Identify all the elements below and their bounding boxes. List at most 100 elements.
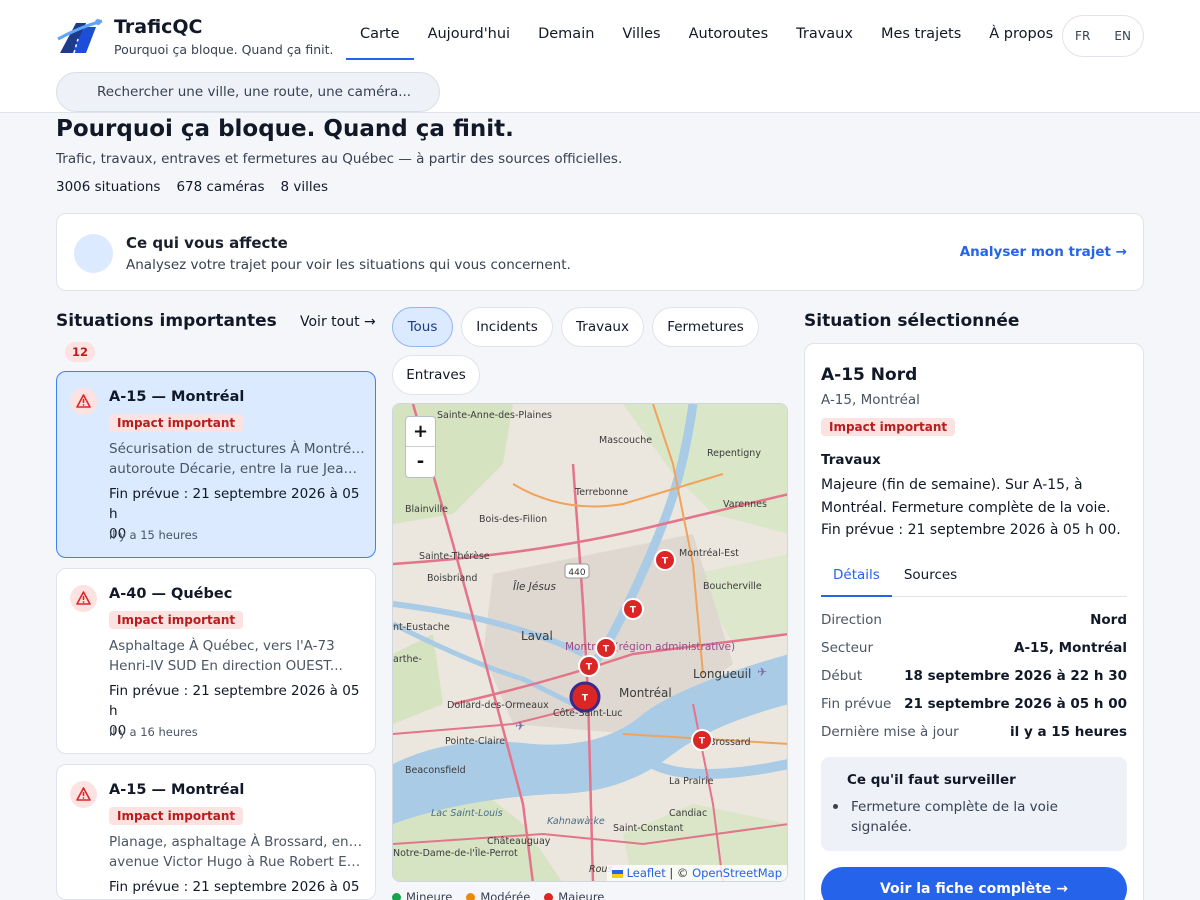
detail-row: Secteur A-15, Montréal <box>821 634 1127 662</box>
affect-avatar <box>74 234 113 273</box>
traffic-map[interactable]: Sainte-Anne-des-Plaines Mascouche Repent… <box>392 403 788 882</box>
filter-entraves[interactable]: Entraves <box>392 355 480 395</box>
affect-title: Ce qui vous affecte <box>126 234 288 252</box>
lang-fr[interactable]: FR <box>1071 25 1094 47</box>
watch-item: Fermeture complète de la voie signalée. <box>851 799 1058 835</box>
description-line: autoroute Décarie, entre la rue Jean-... <box>109 461 365 477</box>
stat-cameras: 678 caméras <box>176 179 265 195</box>
nav-mes-trajets[interactable]: Mes trajets <box>867 14 975 60</box>
situation-end: Fin prévue : 21 septembre 2026 à 05 h <box>109 877 369 899</box>
view-full-sheet-button[interactable]: Voir la fiche complète → <box>821 867 1127 900</box>
tab-sources[interactable]: Sources <box>892 560 969 597</box>
row-key: Dernière mise à jour <box>821 724 959 740</box>
map-label: Île Jésus <box>513 580 556 593</box>
map-label: Laval <box>521 629 553 643</box>
description-line: Henri-IV SUD En direction OUEST... <box>109 658 343 674</box>
marker-label: T <box>630 606 637 616</box>
situation-card[interactable]: A-15 — Montréal Impact important Sécuris… <box>56 371 376 558</box>
description-line: Sécurisation de structures À Montréal, <box>109 441 365 457</box>
stat-situations: 3006 situations <box>56 179 161 195</box>
row-key: Début <box>821 668 863 684</box>
situation-card[interactable]: A-15 — Montréal Impact important Planage… <box>56 764 376 900</box>
affect-subtitle: Analysez votre trajet pour voir les situ… <box>126 257 571 273</box>
map-label: Beaconsfield <box>405 765 466 776</box>
filter-travaux[interactable]: Travaux <box>561 307 644 347</box>
page-title: Pourquoi ça bloque. Quand ça finit. <box>56 116 514 142</box>
language-switcher: FR EN <box>1062 15 1144 57</box>
tab-details[interactable]: Détails <box>821 560 892 597</box>
osm-link[interactable]: OpenStreetMap <box>692 866 782 880</box>
legend-item: Mineure <box>392 890 452 900</box>
map-marker[interactable]: T <box>578 655 600 677</box>
airport-icon: ✈ <box>515 719 525 733</box>
end-line: Fin prévue : 21 septembre 2026 à 05 h <box>109 683 360 719</box>
warning-icon <box>70 781 97 808</box>
situation-detail-panel: A-15 Nord A-15, Montréal Impact importan… <box>804 343 1144 900</box>
description-line: Planage, asphaltage À Brossard, entre <box>109 834 365 850</box>
map-label: Kahnawà:ke <box>547 816 605 827</box>
nav-travaux[interactable]: Travaux <box>782 14 867 60</box>
map-label: Longueuil <box>693 667 751 681</box>
map-legend: Mineure Modérée Majeure <box>392 890 604 900</box>
row-key: Secteur <box>821 640 874 656</box>
attribution-separator: | © <box>665 866 693 880</box>
marker-label: T <box>582 694 589 704</box>
impact-badge: Impact important <box>821 418 956 436</box>
marker-label: T <box>586 663 593 673</box>
map-label: Montréal (région administrative) <box>565 641 735 653</box>
situation-time: il y a 15 heures <box>109 528 198 542</box>
nav-aujourdhui[interactable]: Aujourd'hui <box>414 14 525 60</box>
filter-tous[interactable]: Tous <box>392 307 453 347</box>
map-marker[interactable]: T <box>654 549 676 571</box>
description-line: avenue Victor Hugo à Rue Robert En... <box>109 854 365 870</box>
highway-shield-label: 440 <box>568 568 585 578</box>
filter-fermetures[interactable]: Fermetures <box>652 307 759 347</box>
zoom-control: + - <box>405 416 436 478</box>
selected-situation-title: Situation sélectionnée <box>804 311 1020 331</box>
map-marker[interactable]: T <box>691 729 713 751</box>
situation-title: A-40 — Québec <box>109 586 233 602</box>
legend-dot-minor <box>392 892 401 900</box>
stat-villes: 8 villes <box>280 179 328 195</box>
zoom-out-button[interactable]: - <box>406 447 435 477</box>
situation-title: A-15 — Montréal <box>109 389 245 405</box>
map-label: Terrebonne <box>574 487 628 498</box>
nav-villes[interactable]: Villes <box>608 14 674 60</box>
nav-demain[interactable]: Demain <box>524 14 608 60</box>
map-label: La Prairie <box>669 776 714 787</box>
brand-name: TraficQC <box>114 16 203 38</box>
map-marker[interactable]: T <box>595 637 617 659</box>
lang-en[interactable]: EN <box>1110 25 1135 47</box>
situation-card[interactable]: A-40 — Québec Impact important Asphaltag… <box>56 568 376 754</box>
detail-rows: Direction Nord Secteur A-15, Montréal Débu… <box>821 606 1127 746</box>
filter-incidents[interactable]: Incidents <box>461 307 553 347</box>
detail-row: Direction Nord <box>821 606 1127 634</box>
warning-icon <box>70 388 97 415</box>
see-all-link[interactable]: Voir tout → <box>300 314 376 330</box>
detail-subtitle: A-15, Montréal <box>821 392 920 408</box>
row-value: A-15, Montréal <box>1014 640 1127 656</box>
highway-shield: 440 <box>564 563 590 579</box>
zoom-in-button[interactable]: + <box>406 417 435 447</box>
airport-icon: ✈ <box>757 665 767 679</box>
leaflet-link[interactable]: Leaflet <box>627 866 666 880</box>
detail-type: Travaux <box>821 452 881 468</box>
analyze-route-link[interactable]: Analyser mon trajet → <box>960 244 1127 260</box>
nav-a-propos[interactable]: À propos <box>975 14 1067 60</box>
map-marker[interactable]: T <box>622 598 644 620</box>
marker-label: T <box>603 645 610 655</box>
watch-title: Ce qu'il faut surveiller <box>847 772 1016 788</box>
warning-icon <box>70 585 97 612</box>
brand-tagline: Pourquoi ça bloque. Quand ça finit. <box>114 42 334 57</box>
situation-description: Sécurisation de structures À Montréal, a… <box>109 439 365 479</box>
road-logo-icon[interactable] <box>56 17 104 55</box>
ukraine-flag-icon <box>611 869 623 878</box>
legend-item: Modérée <box>466 890 530 900</box>
nav-autoroutes[interactable]: Autoroutes <box>675 14 783 60</box>
search-input[interactable] <box>56 72 440 112</box>
brand[interactable]: TraficQC Pourquoi ça bloque. Quand ça fi… <box>114 16 334 57</box>
map-marker-selected[interactable]: T <box>569 681 601 713</box>
legend-dot-major <box>544 892 554 900</box>
nav-carte[interactable]: Carte <box>346 14 414 60</box>
map-label: Brossard <box>709 737 751 748</box>
